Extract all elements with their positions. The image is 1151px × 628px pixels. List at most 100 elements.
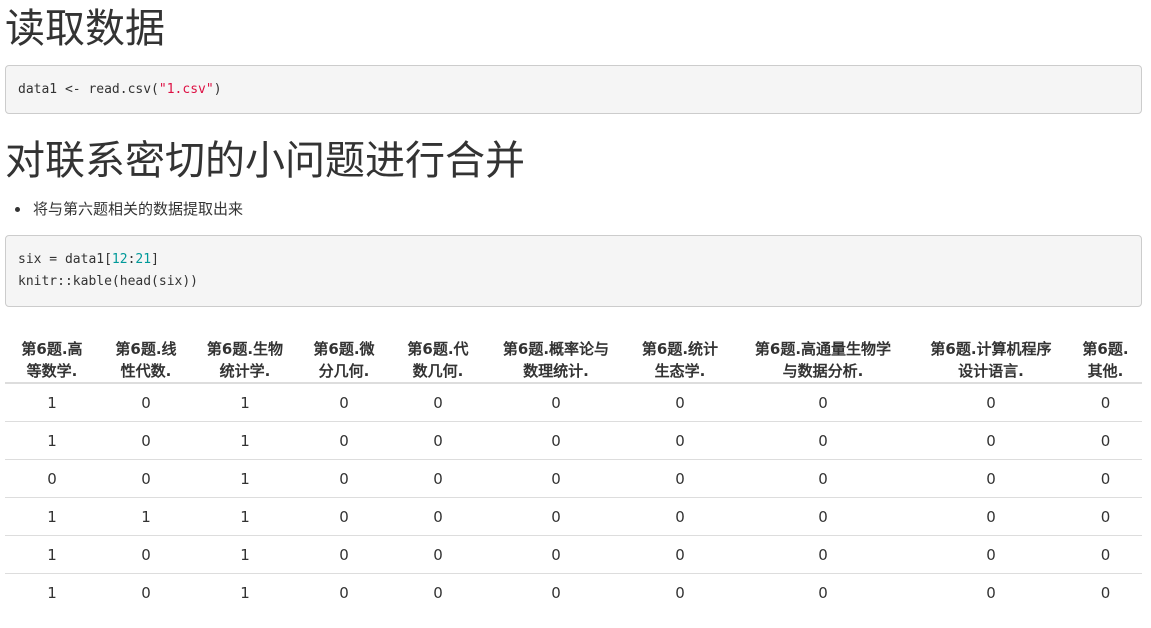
table-body: 1010000000101000000000100000001110000000… <box>5 383 1142 611</box>
table-row: 0010000000 <box>5 459 1142 498</box>
table-cell: 0 <box>485 535 627 574</box>
table-row: 1010000000 <box>5 535 1142 574</box>
table-cell: 0 <box>733 383 913 422</box>
data-table: 第6题.高 等数学. 第6题.线 性代数. 第6题.生物 统计学. 第6题.微 分几何. 第6题… <box>5 320 1142 611</box>
code-text: ) <box>213 82 222 97</box>
bullet-text: 将与第六题相关的数据提取出来 <box>33 200 244 218</box>
table-cell: 0 <box>986 583 996 602</box>
table-cell: 1 <box>240 583 250 602</box>
table-cell: 0 <box>485 459 627 498</box>
table-header-row: 第6题.高 等数学. 第6题.线 性代数. 第6题.生物 统计学. 第6题.微 分几何. 第6题… <box>5 320 1142 384</box>
table-cell: 0 <box>297 497 391 536</box>
table-cell: 0 <box>913 421 1069 460</box>
table-header-cell: 第6题.高通量生物学 与数据分析. <box>733 320 913 384</box>
table-cell: 0 <box>733 497 913 536</box>
table-cell: 0 <box>627 459 733 498</box>
heading-merge: 对联系密切的小问题进行合并 <box>5 138 525 184</box>
table-cell: 0 <box>391 383 485 422</box>
header-line: 数理统计. <box>523 362 589 380</box>
table-cell: 1 <box>47 583 57 602</box>
table-header-cell: 第6题. 其他. <box>1069 320 1142 384</box>
table-cell: 0 <box>733 421 913 460</box>
header-line: 数几何. <box>412 362 464 380</box>
table-header-cell: 第6题.概率论与 数理统计. <box>485 320 627 384</box>
bullet-list: 将与第六题相关的数据提取出来 <box>5 197 243 221</box>
table-header-cell: 第6题.代数几何. <box>391 320 485 384</box>
header-line: 第6题.高通量生物学 <box>754 340 892 358</box>
header-line: 第6题.代 <box>407 340 469 358</box>
code-number: 12 <box>111 252 128 267</box>
table-cell: 0 <box>913 535 1069 574</box>
table-cell: 1 <box>5 421 99 460</box>
table-cell: 0 <box>1069 535 1142 574</box>
table-cell: 0 <box>1069 383 1142 422</box>
table-header-cell: 第6题.生物 统计学. <box>193 320 297 384</box>
table-cell: 0 <box>297 421 391 460</box>
table-cell: 0 <box>913 383 1069 422</box>
header-line: 分几何. <box>318 362 370 380</box>
code-text: six = data1[ <box>18 252 112 267</box>
code-block-read-csv: data1 <- read.csv("1.csv") <box>5 65 1142 114</box>
header-line: 第6题.生物 <box>206 340 284 358</box>
code-number: 21 <box>135 252 152 267</box>
table-header-cell: 第6题.微分几何. <box>297 320 391 384</box>
table-cell: 0 <box>141 583 151 602</box>
table-cell: 0 <box>391 535 485 574</box>
table-cell: 0 <box>733 459 913 498</box>
table-cell: 1 <box>193 421 297 460</box>
code-text: data1 <- read.csv( <box>18 82 159 97</box>
table-cell: 0 <box>297 459 391 498</box>
table-cell: 1 <box>193 383 297 422</box>
bullet-item: 将与第六题相关的数据提取出来 <box>15 197 244 221</box>
header-line: 设计语言. <box>958 362 1024 380</box>
header-line: 第6题.概率论与 <box>502 340 610 358</box>
table-cell: 0 <box>391 459 485 498</box>
code-block-kable: six = data1[12:21] knitr::kable(head(six… <box>5 235 1142 307</box>
table-cell: 0 <box>913 497 1069 536</box>
table-header-cell: 第6题.高等数学. <box>5 320 99 384</box>
table-header-cell: 第6题.计算机程序 设计语言. <box>913 320 1069 384</box>
table-cell: 0 <box>391 421 485 460</box>
table-cell: 0 <box>627 497 733 536</box>
table-cell: 1 <box>193 459 297 498</box>
table-cell: 0 <box>391 497 485 536</box>
bullet-dot-icon <box>15 207 20 212</box>
header-line: 生态学. <box>654 362 706 380</box>
header-line: 第6题.线 <box>115 340 177 358</box>
table-cell: 0 <box>627 535 733 574</box>
header-line: 性代数. <box>120 362 172 380</box>
table-cell: 0 <box>818 583 828 602</box>
table-cell: 0 <box>733 535 913 574</box>
header-line: 第6题.微 <box>313 340 375 358</box>
table-cell: 0 <box>551 583 561 602</box>
table-cell: 0 <box>1069 497 1142 536</box>
table-cell: 1 <box>5 383 99 422</box>
header-line: 第6题.高 <box>21 340 83 358</box>
table-row: 1010000000 <box>5 574 1142 612</box>
table-cell: 0 <box>99 383 193 422</box>
table-cell: 0 <box>297 535 391 574</box>
table-cell: 0 <box>1069 421 1142 460</box>
header-line: 第6题. <box>1082 340 1129 358</box>
table-cell: 0 <box>99 421 193 460</box>
header-line: 第6题.统计 <box>641 340 719 358</box>
header-line: 其他. <box>1087 362 1124 380</box>
header-line: 等数学. <box>26 362 78 380</box>
table-row: 1010000000 <box>5 383 1142 422</box>
table-row: 1110000000 <box>5 497 1142 536</box>
table-row: 1010000000 <box>5 421 1142 460</box>
table-cell: 1 <box>5 497 99 536</box>
table-cell: 1 <box>99 497 193 536</box>
table-header-cell: 第6题.统计 生态学. <box>627 320 733 384</box>
table-cell: 0 <box>433 583 443 602</box>
code-string: "1.csv" <box>158 82 214 97</box>
table-cell: 0 <box>99 535 193 574</box>
table-cell: 0 <box>485 497 627 536</box>
table-cell: 0 <box>297 383 391 422</box>
table-cell: 0 <box>627 421 733 460</box>
table-header-cell: 第6题.线性代数. <box>99 320 193 384</box>
table-cell: 0 <box>485 421 627 460</box>
table-cell: 1 <box>193 497 297 536</box>
table-cell: 0 <box>485 383 627 422</box>
table-cell: 1 <box>5 535 99 574</box>
